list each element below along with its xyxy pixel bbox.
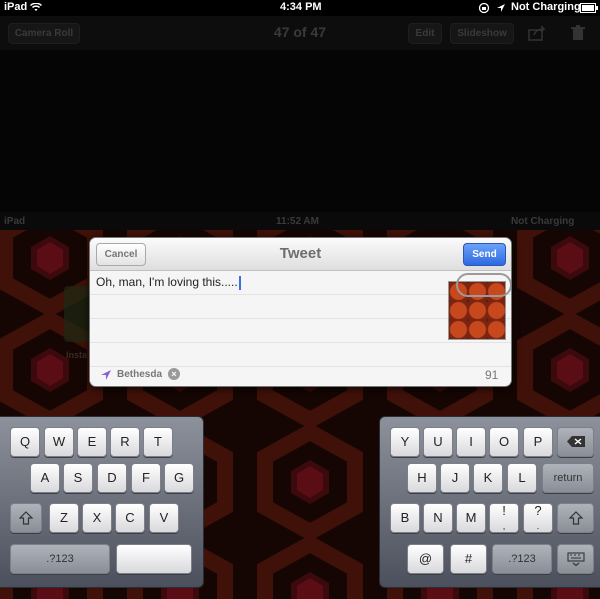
device-label: iPad <box>4 1 28 13</box>
edit-button[interactable]: Edit <box>408 23 442 44</box>
paperclip-icon <box>456 273 511 297</box>
app-icon <box>64 286 92 342</box>
keyboard-right-half: Y U I O P H J K L return B N M !, ?. @ #… <box>379 416 600 588</box>
photo-toolbar: Camera Roll 47 of 47 Edit Slideshow <box>0 16 600 50</box>
key-question: ? <box>534 503 542 518</box>
shift-key-right[interactable] <box>557 503 594 533</box>
keyboard-dismiss-key[interactable] <box>557 544 594 574</box>
key-u[interactable]: U <box>423 427 453 457</box>
key-c[interactable]: C <box>115 503 145 533</box>
tweet-text-value: Oh, man, I'm loving this..... <box>96 275 238 289</box>
key-f[interactable]: F <box>131 463 161 493</box>
key-g[interactable]: G <box>164 463 194 493</box>
backspace-icon <box>566 436 585 447</box>
cancel-button[interactable]: Cancel <box>96 243 146 266</box>
app-label: Insta <box>66 350 88 360</box>
key-b[interactable]: B <box>390 503 420 533</box>
key-t[interactable]: T <box>143 427 173 457</box>
key-o[interactable]: O <box>489 427 519 457</box>
embedded-battery-text: Not Charging <box>511 216 575 227</box>
key-q[interactable]: Q <box>10 427 40 457</box>
tweet-text[interactable]: Oh, man, I'm loving this..... <box>96 275 241 290</box>
embedded-status-bar: iPad 11:52 AM Not Charging <box>0 212 600 230</box>
wifi-icon <box>30 3 42 11</box>
key-h[interactable]: H <box>407 463 437 493</box>
key-w[interactable]: W <box>44 427 74 457</box>
key-e[interactable]: E <box>77 427 107 457</box>
tweet-sheet: Cancel Tweet Send Oh, man, I'm loving th… <box>89 237 512 387</box>
return-key[interactable]: return <box>542 463 594 493</box>
battery-icon <box>580 3 598 13</box>
camera-roll-button[interactable]: Camera Roll <box>8 23 80 44</box>
key-hash[interactable]: # <box>450 544 487 574</box>
key-period: . <box>536 521 540 531</box>
text-caret <box>238 275 241 290</box>
key-exclamation-comma[interactable]: !, <box>489 503 519 533</box>
key-y[interactable]: Y <box>390 427 420 457</box>
key-m[interactable]: M <box>456 503 486 533</box>
battery-status-text: Not Charging <box>511 1 581 13</box>
key-exclamation: ! <box>502 503 506 518</box>
clear-location-icon[interactable]: × <box>168 368 180 380</box>
key-r[interactable]: R <box>110 427 140 457</box>
backspace-key[interactable] <box>557 427 594 457</box>
key-l[interactable]: L <box>507 463 537 493</box>
key-question-period[interactable]: ?. <box>523 503 553 533</box>
character-count: 91 <box>485 368 499 382</box>
sheet-title: Tweet <box>279 245 322 262</box>
key-a[interactable]: A <box>30 463 60 493</box>
status-time: 4:34 PM <box>280 1 322 13</box>
embedded-device-label: iPad <box>4 216 26 227</box>
key-s[interactable]: S <box>63 463 93 493</box>
location-arrow-icon[interactable] <box>100 369 112 381</box>
tweet-sheet-header: Cancel Tweet Send <box>90 238 511 271</box>
key-k[interactable]: K <box>473 463 503 493</box>
share-icon[interactable] <box>528 25 548 41</box>
space-key[interactable] <box>116 544 192 574</box>
shift-icon <box>19 511 33 525</box>
shift-icon <box>568 511 583 525</box>
trash-icon[interactable] <box>570 25 586 41</box>
key-n[interactable]: N <box>423 503 453 533</box>
numbers-key-left[interactable]: .?123 <box>10 544 110 574</box>
shift-key[interactable] <box>10 503 42 533</box>
send-button[interactable]: Send <box>463 243 506 266</box>
key-x[interactable]: X <box>82 503 112 533</box>
key-i[interactable]: I <box>456 427 486 457</box>
photo-counter: 47 of 47 <box>273 24 327 40</box>
key-d[interactable]: D <box>97 463 127 493</box>
dark-backdrop <box>0 50 600 212</box>
rotation-lock-icon <box>478 2 490 14</box>
key-j[interactable]: J <box>440 463 470 493</box>
embedded-time: 11:52 AM <box>276 216 319 227</box>
keyboard-left-half: Q W E R T A S D F G Z X C V .?123 <box>0 416 204 588</box>
status-bar: iPad 4:34 PM Not Charging <box>0 0 600 16</box>
slideshow-button[interactable]: Slideshow <box>450 23 514 44</box>
key-p[interactable]: P <box>523 427 553 457</box>
location-arrow-icon <box>497 4 505 12</box>
numbers-key-right[interactable]: .?123 <box>492 544 552 574</box>
key-v[interactable]: V <box>149 503 179 533</box>
location-label[interactable]: Bethesda <box>117 369 162 380</box>
keyboard-dismiss-icon <box>566 552 585 566</box>
key-at[interactable]: @ <box>407 544 444 574</box>
key-z[interactable]: Z <box>49 503 79 533</box>
key-comma: , <box>502 521 506 531</box>
